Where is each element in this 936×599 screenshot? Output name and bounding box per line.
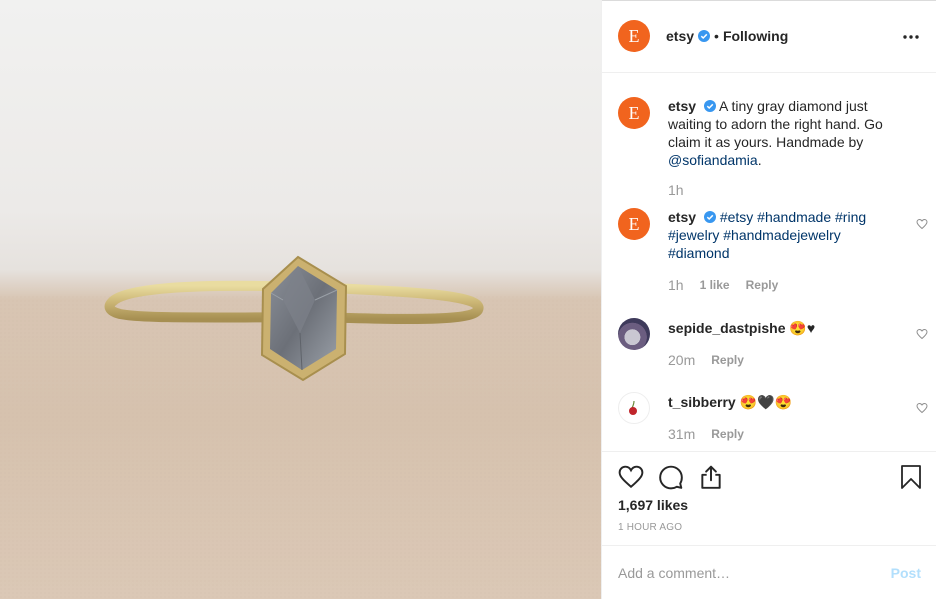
post-image[interactable] xyxy=(0,0,601,599)
avatar[interactable]: E xyxy=(618,20,650,52)
comment-meta: 31m Reply xyxy=(668,426,760,442)
timestamp[interactable]: 31m xyxy=(668,426,695,442)
comment-text: sepide_dastpishe 😍♥ xyxy=(668,319,892,337)
post-header: E etsy • Following xyxy=(602,0,936,73)
comment-username[interactable]: t_sibberry xyxy=(668,394,736,410)
caption-body: A tiny gray diamond just waiting to ador… xyxy=(668,98,883,150)
reply-button[interactable]: Reply xyxy=(711,353,744,367)
add-comment-bar: Post xyxy=(602,545,936,599)
hashtag-link[interactable]: #ring xyxy=(835,209,866,225)
reply-button[interactable]: Reply xyxy=(711,427,744,441)
hashtag-link[interactable]: #jewelry xyxy=(668,227,719,243)
more-options-icon[interactable] xyxy=(901,28,921,44)
comment-meta: 1h 1 like Reply xyxy=(668,277,794,293)
timestamp[interactable]: 20m xyxy=(668,352,695,368)
add-comment-input[interactable] xyxy=(618,564,891,581)
avatar[interactable]: E xyxy=(618,208,650,240)
bookmark-icon[interactable] xyxy=(899,464,923,495)
share-icon[interactable] xyxy=(698,464,724,495)
caption-meta: 1h xyxy=(668,182,700,198)
comment-username[interactable]: etsy xyxy=(668,209,696,225)
caption-end: . xyxy=(757,152,762,168)
hashtag-link[interactable]: #handmade xyxy=(757,209,831,225)
comment-text: t_sibberry 😍🖤😍 xyxy=(668,393,892,411)
likes-count[interactable]: 1 like xyxy=(700,278,730,292)
caption-text: etsy A tiny gray diamond just waiting to… xyxy=(668,97,892,169)
header-username[interactable]: etsy xyxy=(666,28,694,44)
verified-badge-icon xyxy=(703,211,716,223)
comment-body: 😍🖤😍 xyxy=(739,394,792,410)
mention-link[interactable]: @sofiandamia xyxy=(668,152,758,168)
comment-body: 😍♥ xyxy=(789,320,816,336)
avatar[interactable] xyxy=(618,392,650,424)
post-button[interactable]: Post xyxy=(891,565,921,581)
hashtag-link[interactable]: #handmadejewelry xyxy=(723,227,841,243)
verified-badge-icon xyxy=(698,30,711,42)
ring-illustration xyxy=(0,255,601,599)
timestamp[interactable]: 1h xyxy=(668,182,684,198)
separator-dot: • xyxy=(714,28,719,44)
post-timestamp[interactable]: 1 HOUR AGO xyxy=(618,522,682,533)
following-button[interactable]: Following xyxy=(723,28,788,44)
avatar[interactable]: E xyxy=(618,97,650,129)
timestamp[interactable]: 1h xyxy=(668,277,684,293)
like-comment-heart-icon[interactable] xyxy=(916,328,928,340)
hashtag-link[interactable]: #etsy xyxy=(720,209,753,225)
comment-username[interactable]: sepide_dastpishe xyxy=(668,320,786,336)
reply-button[interactable]: Reply xyxy=(746,278,779,292)
action-bar xyxy=(602,451,936,490)
avatar[interactable] xyxy=(618,318,650,350)
hashtag-link[interactable]: #diamond xyxy=(668,245,730,261)
post-side-panel: E etsy • Following E etsy A tiny gray di… xyxy=(601,0,936,599)
comments-list[interactable]: E etsy A tiny gray diamond just waiting … xyxy=(602,73,936,451)
comment-username[interactable]: etsy xyxy=(668,98,696,114)
like-comment-heart-icon[interactable] xyxy=(916,218,928,230)
comment-icon[interactable] xyxy=(658,464,684,495)
likes-count[interactable]: 1,697 likes xyxy=(618,497,688,513)
comment-meta: 20m Reply xyxy=(668,352,760,368)
comment-text: etsy #etsy #handmade #ring #jewelry #han… xyxy=(668,208,892,262)
heart-icon[interactable] xyxy=(618,464,644,495)
cherry-logo-icon xyxy=(629,400,637,415)
verified-badge-icon xyxy=(703,100,716,112)
like-comment-heart-icon[interactable] xyxy=(916,402,928,414)
